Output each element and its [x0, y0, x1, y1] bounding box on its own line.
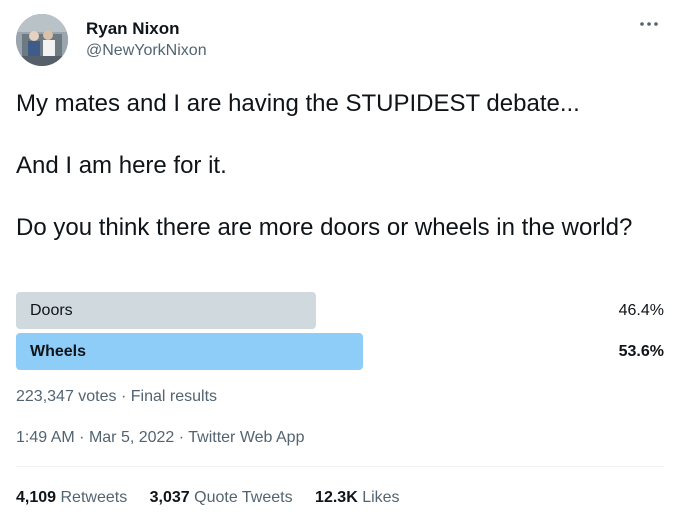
author-handle[interactable]: @NewYorkNixon: [86, 40, 207, 62]
divider: [16, 466, 664, 467]
tweet-stats: 4,109 Retweets 3,037 Quote Tweets 12.3K …: [16, 487, 418, 509]
quote-tweets-stat[interactable]: 3,037 Quote Tweets: [150, 487, 293, 509]
separator: ·: [178, 429, 185, 446]
tweet-text: My mates and I are having the STUPIDEST …: [16, 88, 656, 243]
tweet-timestamp: 1:49 AM · Mar 5, 2022 · Twitter Web App: [16, 427, 304, 449]
tweet-source[interactable]: Twitter Web App: [188, 429, 304, 446]
author-names: Ryan Nixon @NewYorkNixon: [86, 18, 207, 62]
poll: Doors 46.4% Wheels 53.6%: [16, 292, 664, 374]
separator: ·: [120, 388, 127, 405]
quotes-count: 3,037: [149, 489, 190, 506]
retweets-stat[interactable]: 4,109 Retweets: [16, 487, 127, 509]
separator: ·: [79, 429, 85, 446]
quotes-label: Quote Tweets: [194, 489, 293, 506]
tweet-line-2: And I am here for it.: [16, 152, 227, 179]
poll-meta: 223,347 votes · Final results: [16, 386, 217, 408]
poll-votes: 223,347 votes: [16, 388, 117, 405]
retweets-count: 4,109: [16, 489, 57, 506]
tweet-header: Ryan Nixon @NewYorkNixon: [16, 14, 664, 70]
tweet-line-3: Do you think there are more doors or whe…: [16, 214, 633, 241]
avatar[interactable]: [16, 14, 68, 66]
author-name[interactable]: Ryan Nixon: [86, 18, 207, 40]
likes-count: 12.3K: [315, 489, 358, 506]
poll-option-label: Doors: [30, 302, 73, 319]
tweet-line-1: My mates and I are having the STUPIDEST …: [16, 90, 580, 117]
tweet-time[interactable]: 1:49 AM: [16, 429, 75, 446]
likes-label: Likes: [362, 489, 400, 506]
poll-option-wheels: Wheels 53.6%: [16, 333, 664, 370]
tweet: Ryan Nixon @NewYorkNixon My mates and I …: [0, 0, 680, 523]
poll-option-label: Wheels: [30, 343, 87, 360]
tweet-date[interactable]: Mar 5, 2022: [89, 429, 174, 446]
poll-status: Final results: [130, 388, 218, 405]
likes-stat[interactable]: 12.3K Likes: [315, 487, 400, 509]
more-dots-icon[interactable]: [638, 16, 660, 32]
poll-option-doors: Doors 46.4%: [16, 292, 664, 329]
poll-option-percent: 46.4%: [618, 302, 664, 319]
retweets-label: Retweets: [60, 489, 128, 506]
poll-option-percent: 53.6%: [618, 343, 664, 360]
